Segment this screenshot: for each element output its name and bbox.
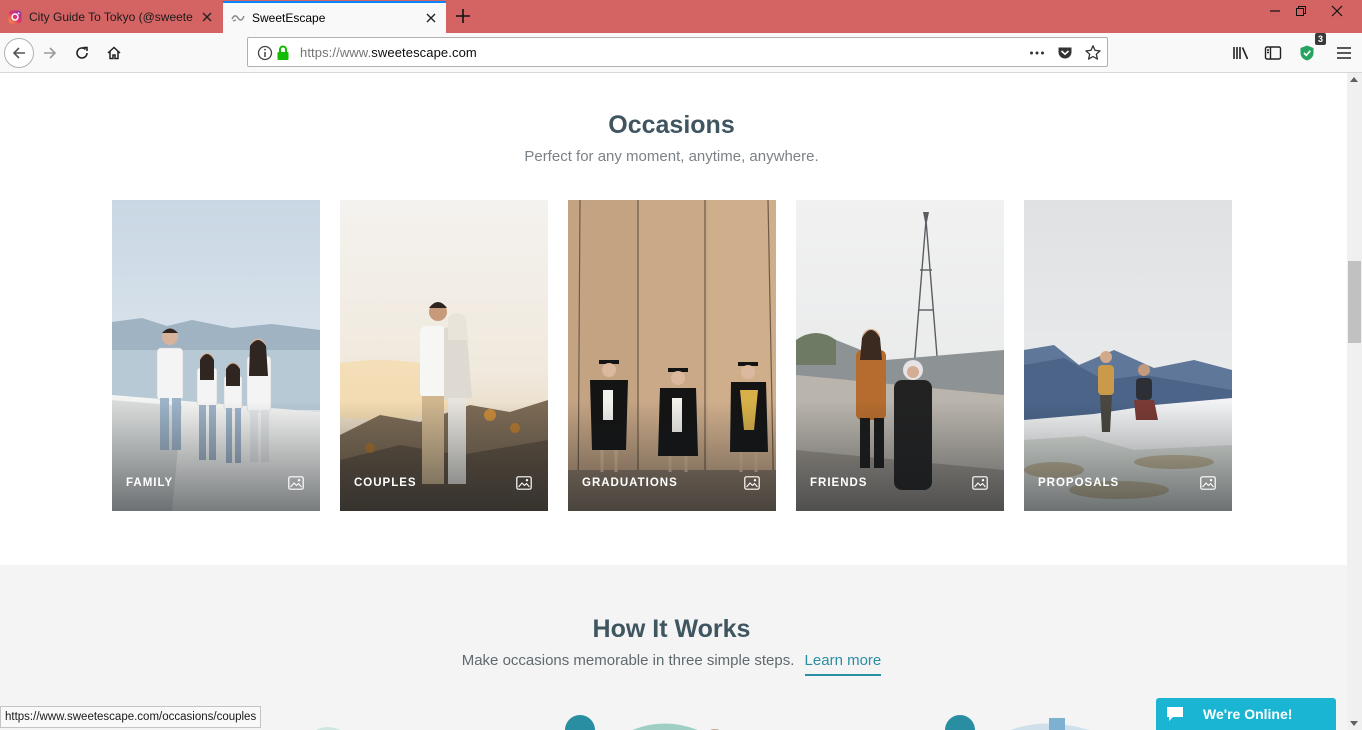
chat-bubble-icon: [1167, 707, 1183, 721]
instagram-icon: [8, 10, 22, 23]
gallery-icon: [744, 476, 760, 490]
navigation-toolbar: https://www.sweetescape.com 3: [0, 33, 1362, 73]
card-shade: [796, 401, 1004, 511]
gallery-icon: [288, 476, 304, 490]
hamburger-menu-icon: [1337, 47, 1351, 59]
gallery-icon: [972, 476, 988, 490]
sidebar-button[interactable]: [1258, 38, 1288, 68]
sidebar-icon: [1264, 46, 1282, 60]
sweetescape-favicon-icon: [231, 15, 245, 22]
card-label: GRADUATIONS: [582, 477, 678, 489]
card-shade: [112, 401, 320, 511]
forward-button[interactable]: [35, 38, 65, 68]
occasion-card-proposals[interactable]: PROPOSALS: [1024, 200, 1232, 511]
occasion-card-graduations[interactable]: GRADUATIONS: [568, 200, 776, 511]
card-label: COUPLES: [354, 477, 417, 489]
step-illustration-2: [565, 715, 720, 730]
occasion-card-friends[interactable]: FRIENDS: [796, 200, 1004, 511]
tab-title: City Guide To Tokyo (@sweete: [29, 9, 193, 24]
restore-button[interactable]: [1286, 0, 1316, 22]
restore-icon: [1296, 6, 1306, 16]
page-scrollbar[interactable]: [1347, 73, 1362, 730]
card-label: FRIENDS: [810, 477, 868, 489]
home-icon: [107, 46, 121, 60]
reload-button[interactable]: [67, 38, 97, 68]
lock-icon[interactable]: [274, 44, 292, 62]
step-illustration-3: [945, 715, 1090, 730]
tab-sweetescape[interactable]: SweetEscape: [223, 1, 446, 33]
close-window-icon: [1331, 5, 1343, 17]
occasions-subtitle: Perfect for any moment, anytime, anywher…: [524, 148, 819, 165]
occasions-title: Occasions: [608, 111, 735, 139]
occasion-card-family[interactable]: FAMILY: [112, 200, 320, 511]
scroll-down-arrow-icon[interactable]: [1350, 721, 1358, 726]
library-button[interactable]: [1226, 38, 1256, 68]
bookmark-star-icon[interactable]: [1084, 44, 1102, 62]
home-button[interactable]: [99, 38, 129, 68]
card-shade: [340, 401, 548, 511]
how-it-works-subtitle: Make occasions memorable in three simple…: [0, 652, 1343, 676]
minimize-icon: [1270, 10, 1280, 12]
card-shade: [568, 401, 776, 511]
gallery-icon: [1200, 476, 1216, 490]
close-icon[interactable]: [200, 10, 214, 24]
live-chat-button[interactable]: We're Online!: [1156, 698, 1336, 730]
extension-badge: 3: [1314, 33, 1326, 45]
chat-label: We're Online!: [1203, 706, 1293, 722]
url-bar[interactable]: https://www.sweetescape.com: [247, 37, 1108, 67]
card-shade: [1024, 401, 1232, 511]
close-icon[interactable]: [424, 11, 438, 25]
shield-icon: [1300, 45, 1314, 61]
url-host: sweetescape.com: [371, 45, 477, 60]
gallery-icon: [516, 476, 532, 490]
library-icon: [1233, 47, 1249, 60]
back-button[interactable]: [4, 38, 34, 68]
occasion-card-couples[interactable]: COUPLES: [340, 200, 548, 511]
back-arrow-icon: [12, 47, 25, 59]
info-icon[interactable]: [256, 44, 274, 62]
extension-shield-button[interactable]: 3: [1292, 33, 1326, 68]
card-label: PROPOSALS: [1038, 477, 1120, 489]
occasions-cards: FAMILY COUPLES GRADUATIONS FRIENDS PROPO…: [112, 200, 1232, 511]
how-it-works-text: Make occasions memorable in three simple…: [461, 652, 795, 669]
reload-icon: [76, 46, 88, 59]
browser-window: City Guide To Tokyo (@sweete SweetEscape: [0, 0, 1362, 730]
page-actions-more-icon[interactable]: [1028, 44, 1046, 62]
tab-city-guide[interactable]: City Guide To Tokyo (@sweete: [0, 0, 222, 33]
how-it-works-title: How It Works: [592, 615, 751, 643]
step-illustration-1: [316, 727, 341, 730]
card-label: FAMILY: [126, 477, 174, 489]
close-window-button[interactable]: [1322, 0, 1352, 22]
scroll-up-arrow-icon[interactable]: [1350, 77, 1358, 82]
url-prefix: https://www.: [300, 45, 372, 60]
tab-title: SweetEscape: [252, 11, 326, 25]
pocket-icon[interactable]: [1056, 44, 1074, 62]
status-url-overlay: https://www.sweetescape.com/occasions/co…: [0, 706, 262, 728]
new-tab-plus-icon[interactable]: [452, 5, 474, 27]
forward-arrow-icon: [44, 47, 57, 59]
menu-button[interactable]: [1329, 38, 1359, 68]
page-viewport: Occasions Perfect for any moment, anytim…: [0, 73, 1347, 730]
url-text[interactable]: https://www.sweetescape.com: [300, 45, 477, 60]
learn-more-link[interactable]: Learn more: [804, 652, 882, 676]
scrollbar-thumb[interactable]: [1348, 261, 1361, 343]
tab-strip: City Guide To Tokyo (@sweete SweetEscape: [0, 0, 1362, 33]
